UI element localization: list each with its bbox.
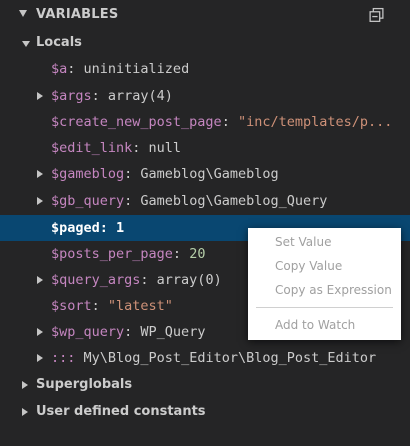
- menu-separator: [256, 307, 393, 308]
- scope-user-constants[interactable]: User defined constants: [0, 399, 410, 425]
- chevron-right-icon[interactable]: [37, 197, 43, 205]
- variable-name: $args: [51, 88, 92, 104]
- scope-label: Locals: [36, 35, 82, 50]
- scope-label: User defined constants: [36, 404, 206, 419]
- scope-label: Superglobals: [36, 377, 133, 392]
- variable-row[interactable]: $a: uninitialized: [0, 56, 410, 82]
- separator-colon: :: [99, 220, 117, 236]
- variable-value: Gameblog\Gameblog: [140, 166, 279, 182]
- variable-name: $paged: [51, 220, 100, 236]
- chevron-right-icon[interactable]: [22, 408, 28, 416]
- variable-value: array(4): [107, 88, 173, 104]
- chevron-right-icon[interactable]: [22, 381, 28, 389]
- variable-value: My\Blog_Post_Editor\Blog_Post_Editor: [83, 350, 377, 366]
- separator-colon: :: [67, 61, 84, 77]
- variable-name: $gameblog: [51, 166, 125, 182]
- variable-name: $sort: [51, 298, 92, 314]
- variable-value: "latest": [107, 298, 173, 314]
- separator-colon: :: [124, 193, 141, 209]
- variable-name: $gb_query: [51, 193, 125, 209]
- menu-item-add-to-watch[interactable]: Add to Watch: [248, 314, 401, 336]
- chevron-right-icon[interactable]: [37, 170, 43, 178]
- variable-value: "inc/templates/p...: [237, 114, 393, 130]
- scope-locals[interactable]: Locals: [0, 30, 410, 56]
- variable-value: uninitialized: [83, 61, 190, 77]
- separator-colon: :: [91, 298, 108, 314]
- variable-value: 20: [189, 246, 206, 262]
- variable-value: array(0): [156, 272, 222, 288]
- variable-row[interactable]: $create_new_post_page: "inc/templates/p.…: [0, 109, 410, 135]
- variable-row[interactable]: ::: My\Blog_Post_Editor\Blog_Post_Editor: [0, 345, 410, 371]
- variables-panel: VARIABLES Locals $a: uninitialized $args…: [0, 0, 410, 446]
- chevron-down-icon[interactable]: [19, 10, 27, 17]
- separator-colon: :: [140, 272, 157, 288]
- variable-value: Gameblog\Gameblog_Query: [140, 193, 328, 209]
- variables-header[interactable]: VARIABLES: [0, 0, 410, 30]
- variable-name: $a: [51, 61, 68, 77]
- menu-item-copy-as-expression[interactable]: Copy as Expression: [248, 279, 401, 301]
- variable-name: $query_args: [51, 272, 141, 288]
- chevron-right-icon[interactable]: [37, 354, 43, 362]
- variable-row[interactable]: $args: array(4): [0, 83, 410, 109]
- chevron-down-icon[interactable]: [22, 41, 30, 47]
- variable-name: $wp_query: [51, 324, 125, 340]
- scope-superglobals[interactable]: Superglobals: [0, 372, 410, 398]
- variable-value: WP_Query: [140, 324, 206, 340]
- separator-colon: :: [221, 114, 238, 130]
- separator-colon: :: [124, 166, 141, 182]
- variable-row[interactable]: $gameblog: Gameblog\Gameblog: [0, 161, 410, 187]
- separator-colon: :: [124, 324, 141, 340]
- chevron-right-icon[interactable]: [37, 328, 43, 336]
- chevron-right-icon[interactable]: [37, 276, 43, 284]
- menu-item-copy-value[interactable]: Copy Value: [248, 255, 401, 277]
- context-menu: Set Value Copy Value Copy as Expression …: [248, 228, 401, 340]
- menu-item-set-value[interactable]: Set Value: [248, 231, 401, 253]
- separator-colon: :: [91, 88, 108, 104]
- separator-space: [75, 350, 83, 366]
- collapse-all-icon[interactable]: [368, 7, 385, 24]
- variable-value: null: [148, 140, 182, 156]
- separator-colon: :: [172, 246, 190, 262]
- variable-row[interactable]: $edit_link: null: [0, 135, 410, 161]
- variable-name: $edit_link: [51, 140, 133, 156]
- variable-value: 1: [116, 220, 125, 236]
- panel-title: VARIABLES: [36, 7, 119, 22]
- variable-name: :::: [51, 350, 76, 366]
- separator-colon: :: [132, 140, 149, 156]
- chevron-right-icon[interactable]: [37, 92, 43, 100]
- variable-name: $create_new_post_page: [51, 114, 222, 130]
- variable-name: $posts_per_page: [51, 246, 173, 262]
- variable-row[interactable]: $gb_query: Gameblog\Gameblog_Query: [0, 188, 410, 214]
